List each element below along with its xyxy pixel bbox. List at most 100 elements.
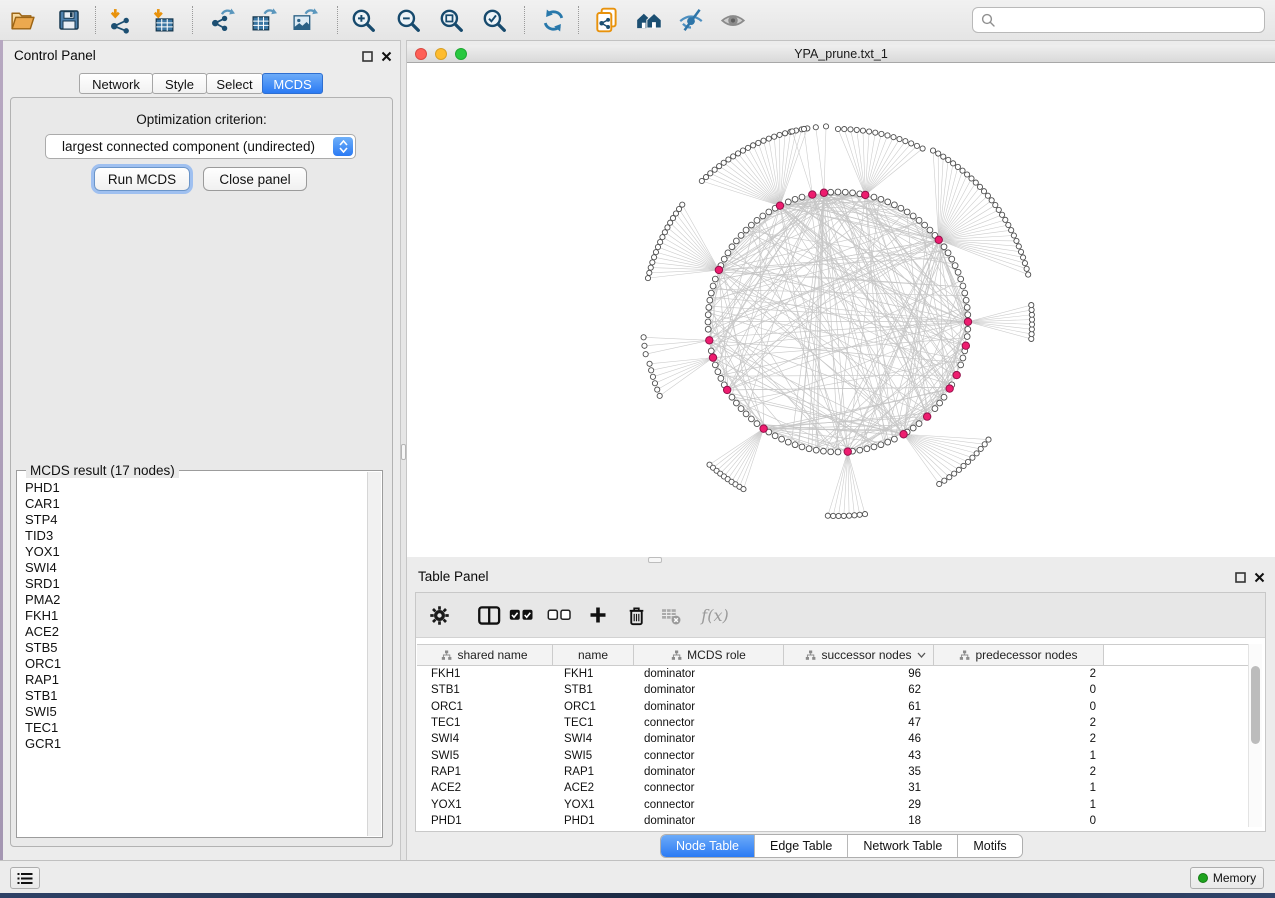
table-row[interactable]: FKH1FKH1dominator962 xyxy=(417,666,1248,682)
table-cell[interactable]: 18 xyxy=(784,815,934,827)
table-cell[interactable]: YOX1 xyxy=(417,799,553,811)
table-row[interactable]: RAP1RAP1dominator352 xyxy=(417,764,1248,780)
result-item[interactable]: SWI5 xyxy=(25,704,367,720)
houses-button[interactable] xyxy=(632,4,666,36)
table-cell[interactable]: 47 xyxy=(784,717,934,729)
export-image-button[interactable] xyxy=(287,4,321,36)
table-cell[interactable]: FKH1 xyxy=(417,668,553,680)
table-cell[interactable]: ACE2 xyxy=(553,782,634,794)
result-item[interactable]: TEC1 xyxy=(25,720,367,736)
table-row[interactable]: SWI4SWI4dominator462 xyxy=(417,731,1248,747)
table-cell[interactable]: 2 xyxy=(934,717,1104,729)
table-cell[interactable]: TEC1 xyxy=(553,717,634,729)
table-cell[interactable]: SWI4 xyxy=(553,733,634,745)
select-all-button[interactable] xyxy=(506,601,536,629)
result-item[interactable]: ORC1 xyxy=(25,656,367,672)
table-cell[interactable]: PHD1 xyxy=(417,815,553,827)
close-table-panel-button[interactable] xyxy=(1252,570,1266,584)
tab-motifs[interactable]: Motifs xyxy=(958,835,1021,857)
table-cell[interactable]: 61 xyxy=(784,701,934,713)
table-cell[interactable]: 0 xyxy=(934,684,1104,696)
divider-handle[interactable] xyxy=(401,444,406,460)
table-cell[interactable]: connector xyxy=(634,799,784,811)
table-cell[interactable]: connector xyxy=(634,782,784,794)
table-cell[interactable]: 2 xyxy=(934,766,1104,778)
column-header-successor-nodes[interactable]: successor nodes xyxy=(784,645,934,665)
save-session-button[interactable] xyxy=(52,4,86,36)
tab-network-table[interactable]: Network Table xyxy=(848,835,958,857)
run-mcds-button[interactable]: Run MCDS xyxy=(94,167,190,191)
network-window-titlebar[interactable]: YPA_prune.txt_1 xyxy=(407,45,1275,63)
show-columns-button[interactable] xyxy=(474,601,504,629)
table-cell[interactable]: TEC1 xyxy=(417,717,553,729)
add-button[interactable] xyxy=(583,601,613,629)
tab-style[interactable]: Style xyxy=(152,73,207,94)
table-cell[interactable]: 43 xyxy=(784,750,934,762)
table-cell[interactable]: connector xyxy=(634,717,784,729)
table-cell[interactable]: YOX1 xyxy=(553,799,634,811)
table-cell[interactable]: ORC1 xyxy=(417,701,553,713)
open-file-button[interactable] xyxy=(5,4,39,36)
table-row[interactable]: ORC1ORC1dominator610 xyxy=(417,699,1248,715)
table-cell[interactable]: dominator xyxy=(634,733,784,745)
tab-mcds[interactable]: MCDS xyxy=(262,73,323,94)
table-cell[interactable]: 1 xyxy=(934,799,1104,811)
hide-selected-button[interactable] xyxy=(674,4,708,36)
result-item[interactable]: SRD1 xyxy=(25,576,367,592)
result-item[interactable]: YOX1 xyxy=(25,544,367,560)
table-cell[interactable]: FKH1 xyxy=(553,668,634,680)
close-panel-button[interactable] xyxy=(379,49,393,63)
table-cell[interactable]: ACE2 xyxy=(417,782,553,794)
table-cell[interactable]: dominator xyxy=(634,766,784,778)
result-item[interactable]: PHD1 xyxy=(25,480,367,496)
delete-selected-button[interactable] xyxy=(621,601,651,629)
deselect-all-button[interactable] xyxy=(544,601,574,629)
result-list-scrollbar[interactable] xyxy=(367,472,381,836)
search-input[interactable] xyxy=(1001,12,1256,29)
column-header-predecessor-nodes[interactable]: predecessor nodes xyxy=(934,645,1104,665)
zoom-in-button[interactable] xyxy=(346,4,380,36)
table-cell[interactable]: 2 xyxy=(934,733,1104,745)
table-scrollbar-thumb[interactable] xyxy=(1251,666,1260,744)
table-cell[interactable]: dominator xyxy=(634,668,784,680)
result-item[interactable]: CAR1 xyxy=(25,496,367,512)
result-item[interactable]: GCR1 xyxy=(25,736,367,752)
result-item[interactable]: SWI4 xyxy=(25,560,367,576)
result-item[interactable]: RAP1 xyxy=(25,672,367,688)
table-cell[interactable]: connector xyxy=(634,750,784,762)
table-cell[interactable]: dominator xyxy=(634,815,784,827)
table-cell[interactable]: 31 xyxy=(784,782,934,794)
zoom-fit-button[interactable] xyxy=(434,4,468,36)
zoom-selected-button[interactable] xyxy=(477,4,511,36)
result-item[interactable]: TID3 xyxy=(25,528,367,544)
table-row[interactable]: SWI5SWI5connector431 xyxy=(417,747,1248,763)
optimization-criterion-select[interactable]: largest connected component (undirected) xyxy=(45,134,356,159)
table-cell[interactable]: SWI5 xyxy=(553,750,634,762)
table-cell[interactable]: 0 xyxy=(934,701,1104,713)
table-row[interactable]: TEC1TEC1connector472 xyxy=(417,715,1248,731)
column-header-shared-name[interactable]: shared name xyxy=(417,645,553,665)
table-row[interactable]: YOX1YOX1connector291 xyxy=(417,796,1248,812)
panel-split-divider[interactable] xyxy=(400,40,407,860)
table-cell[interactable]: dominator xyxy=(634,701,784,713)
table-cell[interactable]: SWI4 xyxy=(417,733,553,745)
network-graph[interactable] xyxy=(407,63,1275,557)
result-item[interactable]: STB1 xyxy=(25,688,367,704)
table-row[interactable]: ACE2ACE2connector311 xyxy=(417,780,1248,796)
float-panel-button[interactable] xyxy=(360,49,374,63)
result-item[interactable]: PMA2 xyxy=(25,592,367,608)
result-item[interactable]: ACE2 xyxy=(25,624,367,640)
table-cell[interactable]: 0 xyxy=(934,815,1104,827)
import-network-button[interactable] xyxy=(103,4,137,36)
column-header-name[interactable]: name xyxy=(553,645,634,665)
function-builder-button[interactable]: f(x) xyxy=(697,601,733,629)
table-settings-button[interactable] xyxy=(424,601,454,629)
table-cell[interactable]: RAP1 xyxy=(553,766,634,778)
table-cell[interactable]: STB1 xyxy=(553,684,634,696)
task-history-button[interactable] xyxy=(10,867,40,889)
tab-network[interactable]: Network xyxy=(79,73,153,94)
new-network-from-selection-button[interactable] xyxy=(590,4,624,36)
tab-select[interactable]: Select xyxy=(206,73,263,94)
table-cell[interactable]: dominator xyxy=(634,684,784,696)
tab-edge-table[interactable]: Edge Table xyxy=(755,835,848,857)
